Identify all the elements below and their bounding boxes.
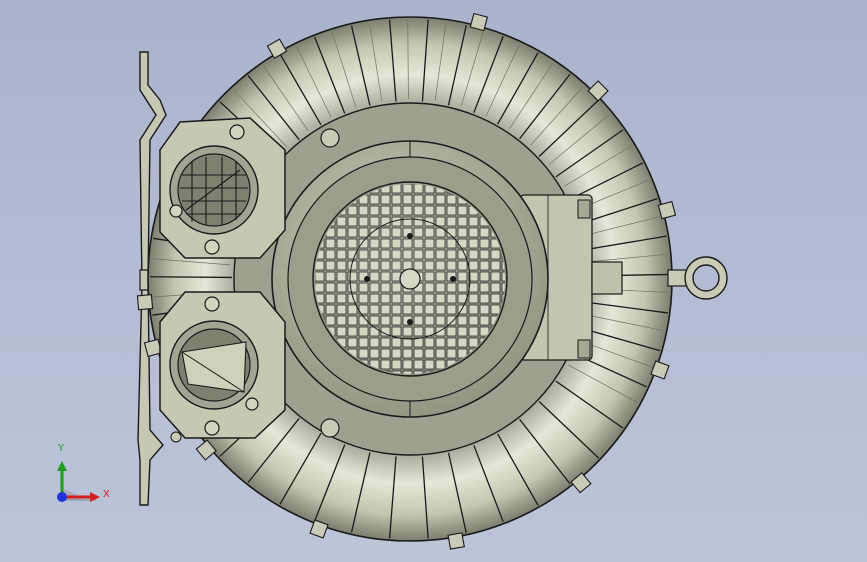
view-orientation-triad[interactable] [57, 461, 100, 502]
ring-blower-model[interactable] [0, 0, 867, 562]
inlet-port[interactable] [159, 117, 286, 259]
cad-graphics-viewport[interactable]: Y X [0, 0, 867, 562]
x-axis-label: X [103, 489, 110, 500]
y-axis-label: Y [58, 443, 65, 454]
outlet-port[interactable] [159, 291, 286, 439]
lifting-eye-bolt[interactable] [667, 256, 728, 300]
